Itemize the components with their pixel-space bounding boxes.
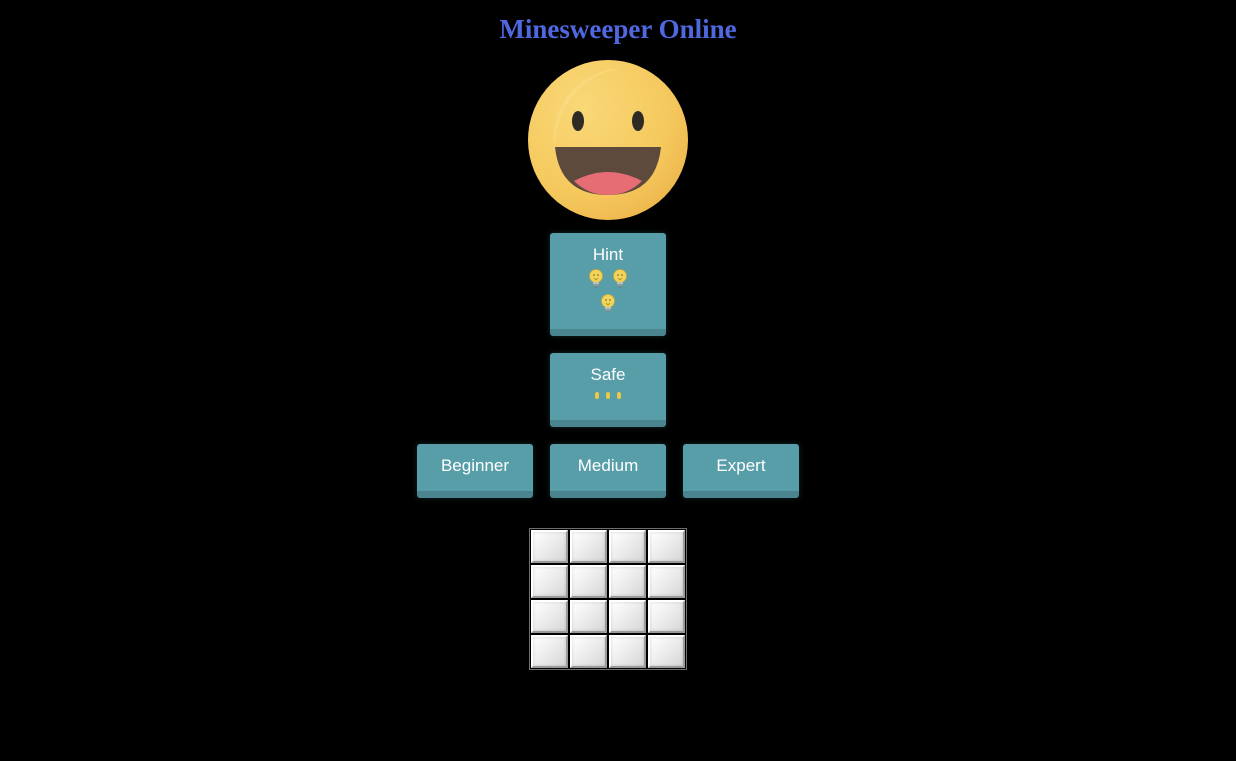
board-cell[interactable] xyxy=(609,635,646,668)
page-title: Minesweeper Online xyxy=(499,14,737,44)
board-cell[interactable] xyxy=(570,530,607,563)
hint-button-label: Hint xyxy=(592,245,624,264)
board-cell[interactable] xyxy=(570,635,607,668)
spark-icon xyxy=(606,392,610,399)
hint-button[interactable]: Hint xyxy=(550,233,666,336)
right-eye xyxy=(632,111,644,131)
lightbulb-icon xyxy=(613,269,627,288)
board-cell[interactable] xyxy=(609,565,646,598)
board-cell[interactable] xyxy=(609,530,646,563)
expert-button[interactable]: Expert xyxy=(683,444,799,498)
game-board xyxy=(529,528,687,670)
board-cell[interactable] xyxy=(609,600,646,633)
board-cell[interactable] xyxy=(531,635,568,668)
smiley-face-icon[interactable] xyxy=(528,60,688,220)
spark-icon xyxy=(617,392,621,399)
safe-button-label: Safe xyxy=(590,365,626,384)
beginner-label: Beginner xyxy=(440,456,510,475)
lightbulb-icon xyxy=(601,294,615,313)
safe-remaining-indicator xyxy=(550,389,666,403)
medium-button[interactable]: Medium xyxy=(550,444,666,498)
board-cell[interactable] xyxy=(531,530,568,563)
beginner-button[interactable]: Beginner xyxy=(417,444,533,498)
expert-label: Expert xyxy=(716,456,766,475)
board-cell[interactable] xyxy=(648,600,685,633)
board-cell[interactable] xyxy=(648,565,685,598)
board-cell[interactable] xyxy=(648,530,685,563)
board-cell[interactable] xyxy=(531,565,568,598)
board-cell[interactable] xyxy=(531,600,568,633)
lightbulb-icon xyxy=(589,269,603,288)
board-cell[interactable] xyxy=(648,635,685,668)
hint-remaining-indicator xyxy=(550,265,666,315)
board-cell[interactable] xyxy=(570,565,607,598)
left-eye xyxy=(572,111,584,131)
board-cell[interactable] xyxy=(570,600,607,633)
spark-icon xyxy=(595,392,599,399)
safe-button[interactable]: Safe xyxy=(550,353,666,427)
medium-label: Medium xyxy=(577,456,639,475)
